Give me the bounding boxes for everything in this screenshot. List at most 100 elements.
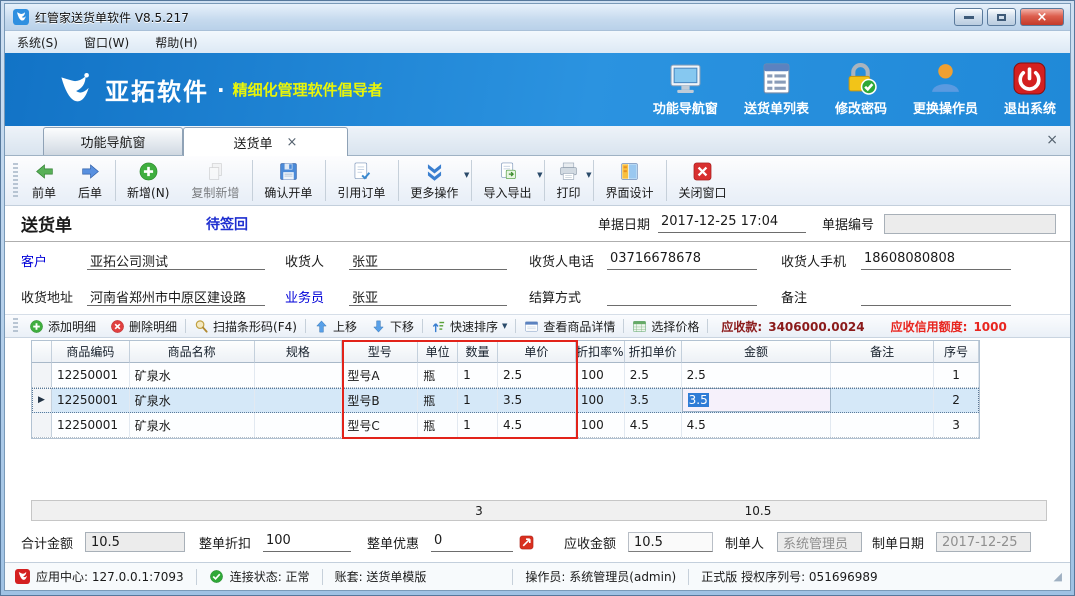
tabstrip-close-icon[interactable]: × xyxy=(1046,132,1058,148)
column-header-discount-unit-price[interactable]: 折扣单价 xyxy=(625,341,682,363)
doc-date-field[interactable]: 2017-12-25 17:04 xyxy=(658,214,806,233)
banner-action-exit-system[interactable]: 退出系统 xyxy=(1004,62,1056,117)
column-header-seq[interactable]: 序号 xyxy=(934,341,979,363)
menu-item-help[interactable]: 帮助(H) xyxy=(155,34,197,51)
cell-remark[interactable] xyxy=(831,413,934,437)
column-header-product-code[interactable]: 商品编码 xyxy=(52,341,130,363)
cell-product-name[interactable]: 矿泉水 xyxy=(130,363,255,387)
resize-grip[interactable]: ◢ xyxy=(1054,570,1062,583)
toolbar-button-confirm-order[interactable]: 确认开单 xyxy=(254,156,324,205)
toolbar-button-refer-order[interactable]: 引用订单 xyxy=(327,156,397,205)
banner-action-nav-window[interactable]: 功能导航窗 xyxy=(653,62,718,117)
cell-unit-price[interactable]: 2.5 xyxy=(498,363,576,387)
menu-item-window[interactable]: 窗口(W) xyxy=(84,34,129,51)
cell-discount-rate[interactable]: 100 xyxy=(576,388,625,412)
settlement-field[interactable] xyxy=(607,287,757,306)
toolbar-button-next-order[interactable]: 后单 xyxy=(68,156,114,205)
cell-spec[interactable] xyxy=(255,413,343,437)
column-header-unit-price[interactable]: 单价 xyxy=(498,341,576,363)
cell-discount-unit-price[interactable]: 3.5 xyxy=(625,388,682,412)
cell-discount-rate[interactable]: 100 xyxy=(576,413,625,437)
cell-seq[interactable]: 1 xyxy=(934,363,979,387)
cell-product-code[interactable]: 12250001 xyxy=(52,413,130,437)
dropdown-caret-icon[interactable]: ▼ xyxy=(502,322,507,330)
dropdown-caret-icon[interactable]: ▼ xyxy=(586,171,591,179)
column-header-qty[interactable]: 数量 xyxy=(458,341,498,363)
customer-field[interactable]: 亚拓公司测试 xyxy=(87,251,265,270)
cell-amount[interactable]: 4.5 xyxy=(682,413,832,437)
detail-button-delete-detail[interactable]: 删除明细 xyxy=(103,318,184,335)
cell-discount-rate[interactable]: 100 xyxy=(576,363,625,387)
cell-remark[interactable] xyxy=(831,363,934,387)
banner-action-change-password[interactable]: 修改密码 xyxy=(835,62,887,117)
cell-unit-price[interactable]: 3.5 xyxy=(498,388,576,412)
toolbar-button-ui-design[interactable]: 界面设计 xyxy=(595,156,665,205)
toolbar-button-prev-order[interactable]: 前单 xyxy=(22,156,68,205)
maximize-button[interactable] xyxy=(987,8,1016,26)
banner-action-delivery-list[interactable]: 送货单列表 xyxy=(744,62,809,117)
detail-button-quick-sort[interactable]: 快速排序▼ xyxy=(424,318,514,335)
cell-product-name[interactable]: 矿泉水 xyxy=(130,388,255,412)
column-header-discount-rate[interactable]: 折扣率% xyxy=(576,341,625,363)
cell-product-name[interactable]: 矿泉水 xyxy=(130,413,255,437)
column-header-model[interactable]: 型号 xyxy=(342,341,418,363)
toolbar-button-new-order[interactable]: 新增(N) xyxy=(117,156,181,205)
cell-unit[interactable]: 瓶 xyxy=(418,388,458,412)
detail-button-move-down[interactable]: 下移 xyxy=(364,318,421,335)
remark-field[interactable] xyxy=(861,287,1011,306)
cell-unit[interactable]: 瓶 xyxy=(418,363,458,387)
tab-nav-window[interactable]: 功能导航窗 xyxy=(43,127,183,155)
edit-amount-icon[interactable] xyxy=(519,535,534,550)
order-reduction-field[interactable]: 0 xyxy=(431,533,513,552)
menu-item-system[interactable]: 系统(S) xyxy=(17,34,58,51)
detail-button-view-product-detail[interactable]: 查看商品详情 xyxy=(517,318,622,335)
cell-model[interactable]: 型号C xyxy=(342,413,418,437)
table-row[interactable]: 12250001矿泉水型号C瓶14.51004.54.53 xyxy=(32,413,979,438)
customer-label[interactable]: 客户 xyxy=(21,251,87,270)
cell-spec[interactable] xyxy=(255,363,343,387)
detail-button-move-up[interactable]: 上移 xyxy=(307,318,364,335)
phone-field[interactable]: 03716678678 xyxy=(607,251,757,270)
column-header-product-name[interactable]: 商品名称 xyxy=(130,341,255,363)
banner-action-switch-operator[interactable]: 更换操作员 xyxy=(913,62,978,117)
cell-qty[interactable]: 1 xyxy=(458,363,498,387)
cell-unit-price[interactable]: 4.5 xyxy=(498,413,576,437)
column-header-remark[interactable]: 备注 xyxy=(831,341,934,363)
detail-button-select-price[interactable]: 选择价格 xyxy=(625,318,706,335)
close-button[interactable]: × xyxy=(1020,8,1064,26)
tab-delivery-order[interactable]: 送货单× xyxy=(183,127,348,156)
cell-discount-unit-price[interactable]: 2.5 xyxy=(625,363,682,387)
column-header-amount[interactable]: 金额 xyxy=(682,341,832,363)
cell-seq[interactable]: 2 xyxy=(934,388,979,412)
detail-button-add-detail[interactable]: 添加明细 xyxy=(22,318,103,335)
dropdown-caret-icon[interactable]: ▼ xyxy=(537,171,542,179)
salesman-label[interactable]: 业务员 xyxy=(285,287,349,306)
receiver-field[interactable]: 张亚 xyxy=(349,251,507,270)
detail-toolbar-grip[interactable] xyxy=(13,318,18,334)
address-field[interactable]: 河南省郑州市中原区建设路 xyxy=(87,287,265,306)
detail-button-scan-barcode[interactable]: 扫描条形码(F4) xyxy=(187,318,304,335)
cell-unit[interactable]: 瓶 xyxy=(418,413,458,437)
cell-amount[interactable]: 2.5 xyxy=(682,363,832,387)
cell-qty[interactable]: 1 xyxy=(458,413,498,437)
table-row[interactable]: ▶12250001矿泉水型号B瓶13.51003.53.52 xyxy=(32,388,979,413)
cell-qty[interactable]: 1 xyxy=(458,388,498,412)
toolbar-button-more-actions[interactable]: 更多操作▼ xyxy=(400,156,470,205)
cell-remark[interactable] xyxy=(831,388,934,412)
toolbar-button-close-window[interactable]: 关闭窗口 xyxy=(668,156,738,205)
salesman-field[interactable]: 张亚 xyxy=(349,287,507,306)
toolbar-grip[interactable] xyxy=(13,163,18,199)
cell-seq[interactable]: 3 xyxy=(934,413,979,437)
cell-discount-unit-price[interactable]: 4.5 xyxy=(625,413,682,437)
dropdown-caret-icon[interactable]: ▼ xyxy=(464,171,469,179)
toolbar-button-import-export[interactable]: 导入导出▼ xyxy=(473,156,543,205)
cell-amount[interactable]: 3.5 xyxy=(682,388,832,412)
cell-spec[interactable] xyxy=(255,388,343,412)
cell-model[interactable]: 型号B xyxy=(342,388,418,412)
order-discount-field[interactable]: 100 xyxy=(263,533,351,552)
toolbar-button-print[interactable]: 打印▼ xyxy=(546,156,592,205)
cell-product-code[interactable]: 12250001 xyxy=(52,388,130,412)
minimize-button[interactable] xyxy=(954,8,983,26)
cell-model[interactable]: 型号A xyxy=(342,363,418,387)
table-row[interactable]: 12250001矿泉水型号A瓶12.51002.52.51 xyxy=(32,363,979,388)
